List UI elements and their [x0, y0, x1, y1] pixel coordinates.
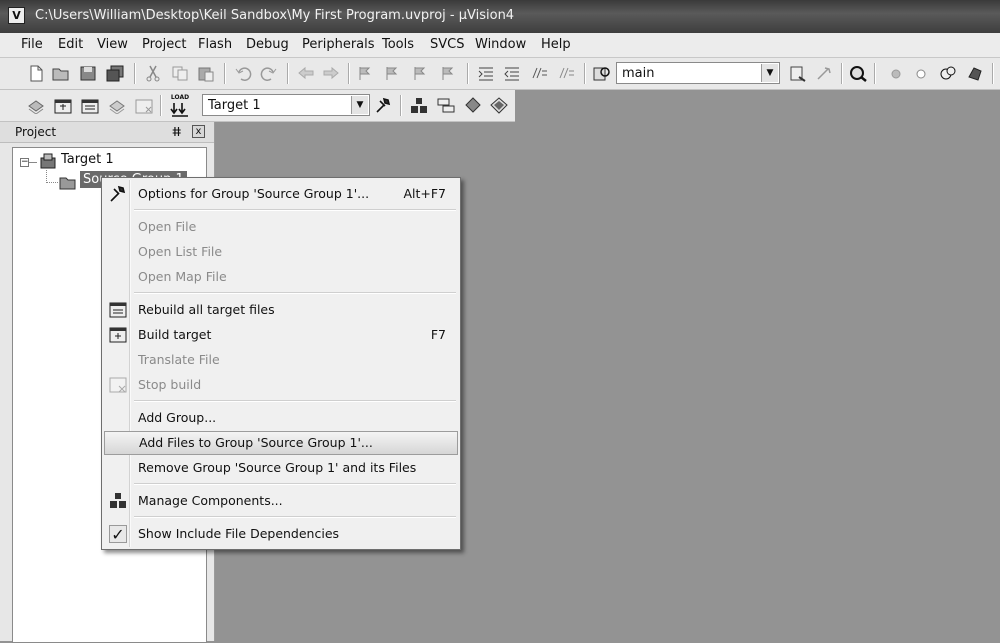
file-extensions-icon[interactable]	[437, 97, 455, 114]
bookmark-clear-icon[interactable]	[440, 65, 458, 82]
paste-icon[interactable]	[197, 65, 215, 82]
build-icon[interactable]	[54, 97, 72, 114]
nav-forward-icon[interactable]	[322, 65, 340, 82]
chevron-down-icon[interactable]: ▼	[761, 64, 778, 82]
menu-window[interactable]: Window	[475, 37, 526, 52]
target-select[interactable]: Target 1 ▼	[202, 94, 370, 116]
menu-item-options-for-group[interactable]: Options for Group 'Source Group 1'... Al…	[104, 182, 458, 206]
menu-item-add-group[interactable]: Add Group...	[104, 406, 458, 430]
manage-components-icon[interactable]	[410, 97, 428, 114]
pin-icon[interactable]: ⵌ	[172, 125, 181, 139]
find-combo-value: main	[622, 66, 655, 81]
close-icon[interactable]: x	[192, 125, 205, 138]
copy-icon[interactable]	[171, 65, 189, 82]
uncomment-icon[interactable]	[557, 65, 575, 82]
find-icon[interactable]	[789, 65, 807, 82]
standard-toolbar: main ▼	[0, 58, 1000, 90]
undo-icon[interactable]	[234, 65, 252, 82]
menu-project[interactable]: Project	[142, 37, 186, 52]
rebuild-icon	[109, 301, 127, 319]
build-icon	[109, 326, 127, 344]
breakpoint-icon[interactable]	[887, 65, 905, 82]
context-menu: Options for Group 'Source Group 1'... Al…	[101, 177, 461, 550]
menu-tools[interactable]: Tools	[382, 37, 414, 52]
build-toolbar: LOAD Target 1 ▼	[0, 90, 515, 122]
project-panel-title: Project	[15, 125, 57, 139]
unindent-icon[interactable]	[503, 65, 521, 82]
indent-icon[interactable]	[477, 65, 495, 82]
target-options-icon[interactable]	[374, 97, 392, 114]
comment-icon[interactable]	[530, 65, 548, 82]
find-in-files-icon[interactable]	[593, 65, 611, 82]
menu-item-open-list-file[interactable]: Open List File	[104, 240, 458, 264]
menu-item-build-target[interactable]: Build target F7	[104, 323, 458, 347]
menu-item-remove-group[interactable]: Remove Group 'Source Group 1' and its Fi…	[104, 456, 458, 480]
stop-build-icon	[109, 376, 127, 394]
menu-flash[interactable]: Flash	[198, 37, 232, 52]
tree-target-1[interactable]: Target 1	[61, 152, 114, 167]
folder-icon	[59, 174, 77, 190]
menu-debug[interactable]: Debug	[246, 37, 289, 52]
title-bar: V C:\Users\William\Desktop\Keil Sandbox\…	[0, 0, 1000, 33]
menu-help[interactable]: Help	[541, 37, 571, 52]
open-folder-icon[interactable]	[52, 65, 70, 82]
menu-item-show-include-deps[interactable]: ✓ Show Include File Dependencies	[104, 522, 458, 546]
rebuild-icon[interactable]	[81, 97, 99, 114]
batch-build-icon[interactable]	[108, 97, 126, 114]
configure-icon[interactable]	[966, 65, 984, 82]
translate-icon[interactable]	[27, 97, 45, 114]
menu-svcs[interactable]: SVCS	[430, 37, 464, 52]
incremental-find-icon[interactable]	[815, 65, 833, 82]
cut-icon[interactable]	[144, 65, 162, 82]
nav-back-icon[interactable]	[297, 65, 315, 82]
load-label: LOAD	[170, 94, 190, 101]
target-select-value: Target 1	[208, 98, 261, 113]
bookmark-insert-icon[interactable]	[357, 65, 375, 82]
menu-peripherals[interactable]: Peripherals	[302, 37, 375, 52]
menu-item-manage-components[interactable]: Manage Components...	[104, 489, 458, 513]
chevron-down-icon[interactable]: ▼	[351, 96, 368, 114]
save-icon[interactable]	[79, 65, 97, 82]
menu-bar: File Edit View Project Flash Debug Perip…	[0, 33, 1000, 58]
select-packs-icon[interactable]	[464, 97, 482, 114]
manage-components-icon	[109, 492, 127, 510]
menu-item-rebuild-all[interactable]: Rebuild all target files	[104, 298, 458, 322]
debug-session-icon[interactable]	[849, 65, 867, 82]
breakpoint-kill-icon[interactable]	[939, 65, 957, 82]
menu-item-open-map-file[interactable]: Open Map File	[104, 265, 458, 289]
checkmark-icon: ✓	[109, 525, 127, 544]
redo-icon[interactable]	[260, 65, 278, 82]
menu-item-open-file[interactable]: Open File	[104, 215, 458, 239]
menu-edit[interactable]: Edit	[58, 37, 83, 52]
save-all-icon[interactable]	[106, 65, 124, 82]
app-icon[interactable]: V	[8, 7, 25, 24]
menu-view[interactable]: View	[97, 37, 128, 52]
collapse-icon[interactable]: −	[20, 158, 29, 167]
menu-item-stop-build[interactable]: Stop build	[104, 373, 458, 397]
pack-installer-icon[interactable]	[490, 97, 508, 114]
stop-build-icon[interactable]	[135, 97, 153, 114]
new-file-icon[interactable]	[27, 65, 45, 82]
find-combo[interactable]: main ▼	[616, 62, 780, 84]
window-title: C:\Users\William\Desktop\Keil Sandbox\My…	[35, 8, 515, 23]
bookmark-next-icon[interactable]	[412, 65, 430, 82]
menu-item-translate-file[interactable]: Translate File	[104, 348, 458, 372]
menu-item-add-files-to-group[interactable]: Add Files to Group 'Source Group 1'...	[104, 431, 458, 455]
menu-file[interactable]: File	[21, 37, 43, 52]
bookmark-prev-icon[interactable]	[384, 65, 402, 82]
breakpoint-disable-icon[interactable]	[912, 65, 930, 82]
options-wand-icon	[109, 185, 127, 203]
download-icon[interactable]: LOAD	[170, 94, 190, 118]
project-panel-header: Project ⵌ x	[0, 122, 214, 143]
target-icon	[40, 153, 58, 169]
